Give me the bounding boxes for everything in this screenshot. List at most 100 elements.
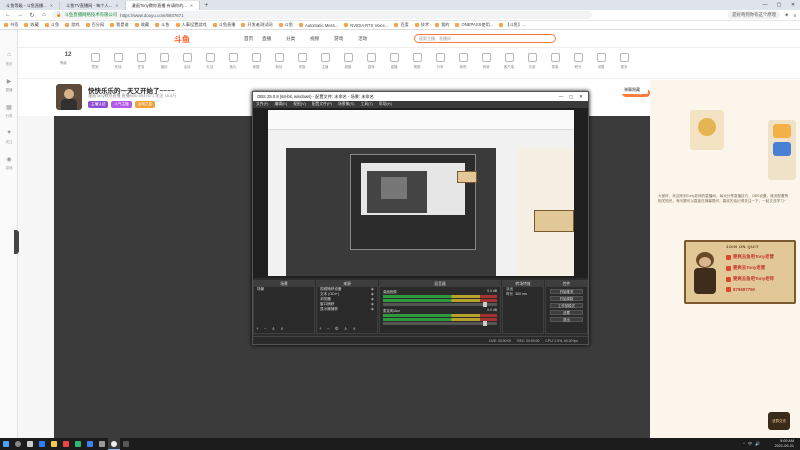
bookmark-item[interactable]: 【斗鱼】... bbox=[499, 22, 526, 28]
nav-link[interactable]: 首页 bbox=[244, 36, 253, 42]
refresh-icon[interactable]: ↻ bbox=[28, 12, 36, 19]
toolbar-item[interactable]: 礼包 bbox=[199, 53, 221, 69]
toolbar-item[interactable]: 游戏 bbox=[360, 53, 382, 69]
menu-profile[interactable]: 配置文件(P) bbox=[312, 102, 332, 107]
bookmark-item[interactable]: 技术 bbox=[414, 22, 429, 28]
room-tag[interactable]: 活动之星 bbox=[134, 101, 156, 108]
room-tag[interactable]: 人气主播 bbox=[111, 101, 132, 108]
category-icon[interactable]: ▦ bbox=[3, 104, 15, 111]
bookmark-item[interactable]: 我的 bbox=[435, 22, 449, 28]
toolbar-item[interactable]: 活动 bbox=[176, 53, 198, 69]
taskbar-app[interactable] bbox=[72, 438, 84, 450]
transition-duration[interactable]: 时长 300 ms bbox=[503, 292, 543, 297]
follow-icon[interactable]: ♥ bbox=[3, 130, 15, 136]
new-tab-button[interactable]: + bbox=[200, 1, 212, 10]
bookmark-item[interactable]: Automatic Mess... bbox=[298, 23, 338, 28]
bookmark-item[interactable]: 斗鱼直播 bbox=[212, 22, 235, 28]
toolbar-item[interactable]: 商城 bbox=[475, 53, 497, 69]
source-add-remove[interactable]: + − ⚙ ∧ ∨ bbox=[319, 326, 358, 332]
menu-view[interactable]: 视图(V) bbox=[293, 102, 306, 107]
menu-help[interactable]: 帮助(H) bbox=[379, 102, 392, 107]
taskbar-app[interactable] bbox=[84, 438, 96, 450]
exit-button[interactable]: 退出 bbox=[550, 317, 583, 322]
bookmark-item[interactable]: 斗鱼 bbox=[44, 22, 59, 28]
toolbar-item[interactable]: 客户端 bbox=[498, 53, 520, 69]
back-icon[interactable]: ← bbox=[4, 12, 12, 18]
group-badge[interactable]: 进群交流 bbox=[768, 412, 790, 430]
start-streaming-button[interactable]: 开始推流 bbox=[550, 289, 583, 294]
close-icon[interactable]: ✕ bbox=[50, 3, 53, 8]
toolbar-item[interactable]: 主播 bbox=[314, 53, 336, 69]
nav-link[interactable]: 游戏 bbox=[334, 36, 343, 42]
toolbar-item[interactable]: 手游 bbox=[521, 53, 543, 69]
volume-slider[interactable] bbox=[383, 302, 497, 307]
toolbar-item[interactable]: 粉丝 bbox=[268, 53, 290, 69]
live-icon[interactable]: ▶ bbox=[3, 78, 15, 85]
source-item[interactable]: 显示器捕获 ◉ bbox=[317, 307, 377, 312]
collapse-handle[interactable] bbox=[14, 230, 19, 254]
eye-icon[interactable]: ◉ bbox=[371, 307, 374, 312]
tray-expand-icon[interactable]: ^ bbox=[743, 441, 745, 447]
close-icon[interactable]: ✕ bbox=[190, 3, 193, 8]
taskbar-app[interactable] bbox=[96, 438, 108, 450]
toolbar-item[interactable]: 超管 bbox=[337, 53, 359, 69]
bookmark-item[interactable]: 开发者测试网 bbox=[241, 22, 273, 28]
toolbar-item[interactable]: 签到 bbox=[84, 53, 106, 69]
close-window-button[interactable]: ✕ bbox=[576, 92, 586, 101]
search-input[interactable]: 搜索主播、直播间 bbox=[414, 34, 556, 43]
extension-icon[interactable]: ◈ bbox=[785, 12, 788, 18]
minimize-button[interactable]: — bbox=[556, 92, 566, 101]
bookmark-item[interactable]: 人事设置游戏 bbox=[175, 22, 207, 28]
studio-mode-button[interactable]: 工作室模式 bbox=[550, 303, 583, 308]
taskbar-clock[interactable]: 9:09 AM 2021-09-21 bbox=[775, 439, 794, 449]
toolbar-item[interactable]: 赛事 bbox=[544, 53, 566, 69]
nav-link[interactable]: 活动 bbox=[358, 36, 367, 42]
slider-knob[interactable] bbox=[483, 321, 487, 326]
taskbar-app[interactable] bbox=[120, 438, 132, 450]
toolbar-item[interactable]: 鱼吧 bbox=[452, 53, 474, 69]
menu-icon[interactable]: ≡ bbox=[793, 13, 796, 18]
nav-link[interactable]: 分类 bbox=[286, 36, 295, 42]
browser-tab-active[interactable]: 漫画Tony教你直播 有请你的... ✕ bbox=[125, 1, 201, 10]
taskbar-app[interactable] bbox=[24, 438, 36, 450]
bookmark-item[interactable]: 游戏 bbox=[65, 22, 80, 28]
taskbar-app[interactable] bbox=[48, 438, 60, 450]
slider-knob[interactable] bbox=[483, 302, 487, 307]
toolbar-item[interactable]: 设置 bbox=[590, 53, 612, 69]
toolbar-item[interactable]: 在线 bbox=[107, 53, 129, 69]
taskbar-app-obs[interactable] bbox=[108, 438, 120, 450]
settings-button[interactable]: 设置 bbox=[550, 310, 583, 315]
url-field[interactable]: 🔒 斗鱼直播网络技术有限公司 https://www.douyu.com/693… bbox=[52, 11, 592, 19]
toolbar-item[interactable]: 贵族 bbox=[291, 53, 313, 69]
taskbar-app[interactable] bbox=[60, 438, 72, 450]
toolbar-item[interactable]: 直播 bbox=[383, 53, 405, 69]
nav-link[interactable]: 直播 bbox=[262, 36, 271, 42]
bookmark-item[interactable]: 收藏 bbox=[134, 22, 149, 28]
close-icon[interactable]: ✕ bbox=[115, 3, 118, 8]
toolbar-item[interactable]: 鱼丸 bbox=[222, 53, 244, 69]
obs-preview[interactable] bbox=[253, 108, 588, 278]
site-logo[interactable]: 斗鱼 bbox=[174, 34, 190, 45]
forward-icon[interactable]: → bbox=[16, 12, 24, 18]
toolbar-item[interactable]: 鱼翅 bbox=[245, 53, 267, 69]
home-icon[interactable]: ⌂ bbox=[3, 52, 15, 58]
close-window-button[interactable]: ✕ bbox=[786, 0, 800, 10]
menu-tools[interactable]: 工具(T) bbox=[360, 102, 372, 107]
bookmark-item[interactable]: 收藏 bbox=[24, 22, 39, 28]
minimize-button[interactable]: — bbox=[758, 0, 772, 10]
room-tag[interactable]: 主播认证 bbox=[88, 101, 109, 108]
ime-indicator[interactable]: 中 bbox=[748, 441, 752, 447]
bookmark-item[interactable]: 百度 bbox=[394, 22, 409, 28]
nav-link[interactable]: 视频 bbox=[310, 36, 319, 42]
game-icon[interactable]: ◉ bbox=[3, 156, 15, 163]
browser-hint-pill[interactable]: 是好奇到你有这个原理 bbox=[728, 11, 781, 19]
maximize-button[interactable]: ▢ bbox=[772, 0, 786, 10]
menu-file[interactable]: 文件(F) bbox=[256, 102, 268, 107]
toolbar-item[interactable]: 视频 bbox=[406, 53, 428, 69]
bookmark-item[interactable]: 百分网 bbox=[85, 22, 104, 28]
scene-add-remove[interactable]: + − ∧ ∨ bbox=[256, 326, 286, 332]
volume-icon[interactable]: 🔊 bbox=[755, 441, 760, 447]
toolbar-item[interactable]: 福利 bbox=[153, 53, 175, 69]
bookmark-item[interactable]: 斗鱼 bbox=[278, 22, 293, 28]
bookmark-item[interactable]: ONEPASS使用... bbox=[455, 22, 493, 28]
